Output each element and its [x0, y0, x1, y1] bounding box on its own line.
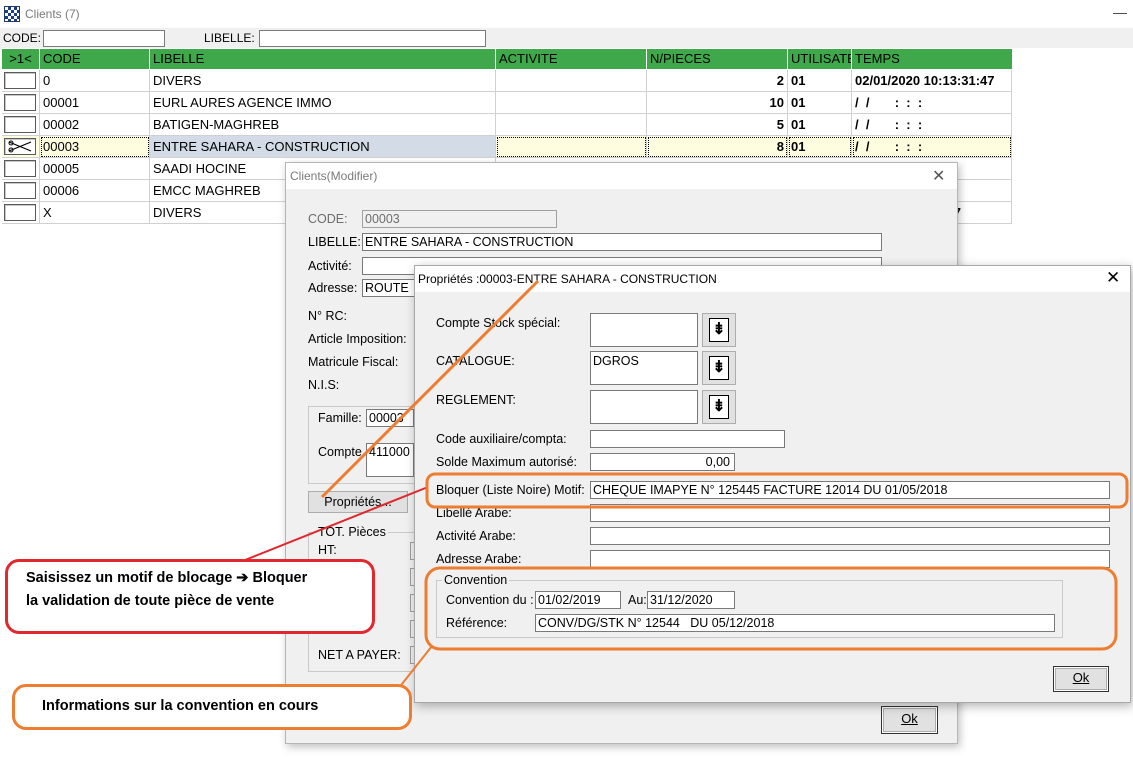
orange-pointer-line	[320, 279, 540, 499]
annotation-overlay	[229, 279, 1129, 690]
orange-pointer-line	[397, 645, 433, 690]
red-pointer-line	[229, 486, 429, 567]
convention-callout-text: Informations sur la convention en cours	[42, 698, 319, 714]
bloquer-callout-line2: la validation de toute pièce de vente	[26, 593, 275, 609]
convention-callout: Informations sur la convention en cours	[12, 684, 412, 730]
bloquer-callout: Saisissez un motif de blocage ➔ Bloquer …	[5, 559, 375, 634]
bloquer-highlight	[425, 472, 1129, 509]
convention-highlight	[424, 566, 1118, 651]
bloquer-callout-line1: Saisissez un motif de blocage ➔ Bloquer	[26, 570, 308, 586]
